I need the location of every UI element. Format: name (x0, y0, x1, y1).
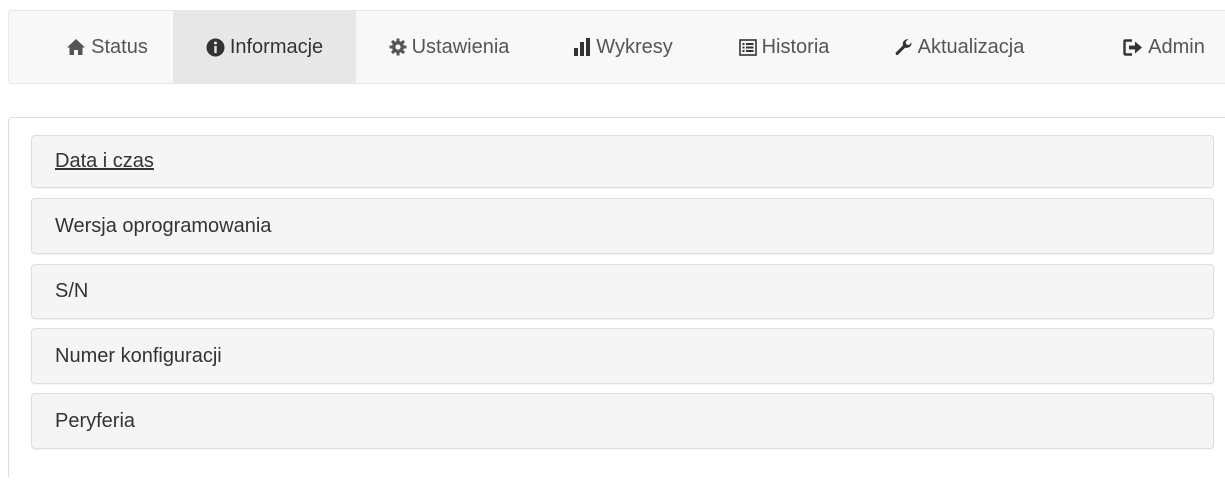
panel-wersja-oprogramowania[interactable]: Wersja oprogramowania (31, 198, 1214, 254)
panel-peryferia-title: Peryferia (55, 409, 136, 432)
home-icon (66, 38, 86, 56)
list-alt-icon (738, 38, 757, 56)
nav-informacje[interactable]: Informacje (173, 11, 356, 83)
wrench-icon (894, 38, 913, 57)
info-circle-icon (206, 38, 225, 57)
panel-sn-title: S/N (55, 280, 89, 302)
nav-informacje-label: Informacje (229, 35, 324, 58)
nav-ustawienia[interactable]: Ustawienia (369, 11, 529, 83)
nav-admin[interactable]: Admin (1109, 11, 1219, 83)
nav-wykresy[interactable]: Wykresy (549, 11, 697, 83)
nav-aktualizacja-label: Aktualizacja (917, 35, 1025, 58)
nav-historia-label: Historia (761, 35, 830, 58)
nav-status[interactable]: Status (43, 11, 171, 83)
panel-sn[interactable]: S/N (31, 264, 1214, 319)
bar-chart-icon (573, 38, 591, 56)
nav-status-label: Status (91, 35, 148, 58)
nav-ustawienia-label: Ustawienia (411, 35, 510, 58)
top-navbar: Status Informacje Ustawienia Wykresy His… (8, 10, 1225, 84)
panel-numer-konfiguracji[interactable]: Numer konfiguracji (31, 328, 1214, 384)
nav-admin-label: Admin (1148, 35, 1205, 58)
panel-data-i-czas[interactable]: Data i czas (31, 135, 1214, 188)
nav-aktualizacja[interactable]: Aktualizacja (869, 11, 1049, 83)
gear-icon (389, 38, 407, 56)
nav-wykresy-label: Wykresy (596, 35, 673, 58)
panel-wersja-oprogramowania-title: Wersja oprogramowania (55, 214, 272, 237)
panel-data-i-czas-title[interactable]: Data i czas (55, 150, 154, 173)
panel-peryferia[interactable]: Peryferia (31, 393, 1214, 449)
panel-numer-konfiguracji-title: Numer konfiguracji (55, 344, 222, 367)
nav-historia[interactable]: Historia (714, 11, 854, 83)
log-out-icon (1123, 38, 1143, 56)
